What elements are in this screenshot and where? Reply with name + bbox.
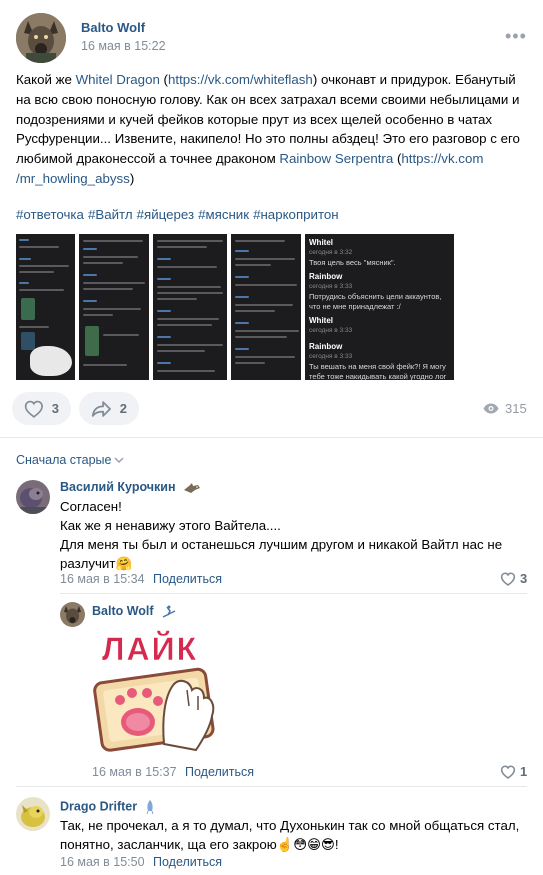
- comment-author-name[interactable]: Balto Wolf: [92, 604, 177, 619]
- hashtags: #ответочка #Вайтл #яйцерез #мясник #наркопри…: [16, 207, 343, 222]
- comment-avatar[interactable]: [16, 480, 50, 514]
- hashtag-link[interactable]: #ответочка: [16, 207, 84, 222]
- comment-divider: [60, 593, 527, 594]
- screenshot-photo[interactable]: Whitel сегодня в 3:32 Твоя цель весь "мя…: [305, 234, 454, 380]
- mention-link[interactable]: Whitel Dragon: [76, 72, 160, 87]
- like-sticker[interactable]: ЛАЙК: [92, 626, 222, 754]
- hashtag-link[interactable]: #Вайтл: [88, 207, 133, 222]
- sticker-text: ЛАЙК: [102, 631, 198, 667]
- comment-date[interactable]: 16 мая в 15:50: [60, 855, 145, 869]
- like-count: 3: [51, 401, 59, 416]
- comment-divider: [16, 786, 527, 787]
- heart-icon: [24, 400, 43, 418]
- author-avatar[interactable]: [16, 13, 66, 63]
- comment-share-link[interactable]: Поделиться: [185, 765, 254, 779]
- comment-share-link[interactable]: Поделиться: [153, 855, 222, 869]
- hashtag-link[interactable]: #яйцерез: [137, 207, 194, 222]
- screenshot-photo[interactable]: [231, 234, 301, 380]
- divider: [0, 437, 543, 438]
- comment-avatar[interactable]: [60, 602, 85, 627]
- like-button[interactable]: 3: [12, 392, 71, 425]
- comment-text: Согласен! Как же я ненавижу этого Вайтел…: [60, 499, 503, 571]
- hashtag-link[interactable]: #наркопритон: [253, 207, 339, 222]
- mention-link[interactable]: Rainbow Serpentra: [279, 151, 393, 166]
- screenshot-photo[interactable]: [79, 234, 149, 380]
- comment-author-name[interactable]: Drago Drifter: [60, 799, 155, 815]
- more-icon[interactable]: •••: [505, 27, 527, 45]
- comment-author-name[interactable]: Василий Курочкин: [60, 480, 201, 494]
- ski-badge-icon: [162, 605, 176, 618]
- url-link[interactable]: https://vk.com/whiteflash: [168, 72, 313, 87]
- screenshot-photo[interactable]: [16, 234, 75, 380]
- heart-icon: [500, 765, 516, 779]
- hashtag-link[interactable]: #мясник: [198, 207, 249, 222]
- post-author-name[interactable]: Balto Wolf: [81, 20, 145, 35]
- eye-icon: [483, 403, 499, 414]
- rocket-badge-icon: [146, 800, 154, 815]
- share-button[interactable]: 2: [79, 392, 139, 425]
- comment-like-button[interactable]: 3: [500, 571, 527, 586]
- share-count: 2: [119, 401, 127, 416]
- photo-gallery: Whitel сегодня в 3:32 Твоя цель весь "мя…: [16, 234, 454, 380]
- comment-date[interactable]: 16 мая в 15:34: [60, 572, 145, 586]
- screenshot-photo[interactable]: [153, 234, 227, 380]
- comments-sort-dropdown[interactable]: Сначала старые: [16, 453, 124, 467]
- comment-share-link[interactable]: Поделиться: [153, 572, 222, 586]
- comment-date[interactable]: 16 мая в 15:37: [92, 765, 177, 779]
- chevron-down-icon: [114, 457, 124, 463]
- comment-like-button[interactable]: 1: [500, 764, 527, 779]
- post-text: Какой же Whitel Dragon (https://vk.com/w…: [16, 72, 520, 186]
- wolf-badge-icon: [184, 482, 201, 493]
- heart-icon: [500, 572, 516, 586]
- views-counter: 315: [483, 401, 527, 416]
- post-date[interactable]: 16 мая в 15:22: [81, 39, 166, 53]
- comment-text: Так, не прочекал, а я то думал, что Духо…: [60, 818, 520, 852]
- share-icon: [91, 400, 111, 417]
- comment-avatar[interactable]: [16, 797, 50, 831]
